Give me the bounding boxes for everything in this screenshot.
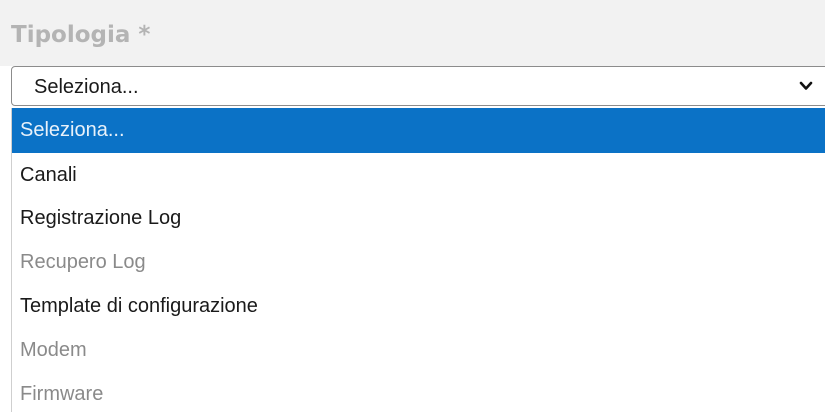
option-recupero-log: Recupero Log bbox=[20, 251, 146, 273]
tipologia-dropdown-list: Seleziona... Canali Registrazione Log Re… bbox=[11, 108, 825, 412]
option-modem: Modem bbox=[20, 339, 87, 361]
option-template-di-configurazione[interactable]: Template di configurazione bbox=[12, 284, 825, 329]
option-registrazione-log[interactable]: Registrazione Log bbox=[12, 196, 825, 241]
select-current-value: Seleziona... bbox=[34, 76, 139, 98]
tipologia-form-group: Tipologia * Seleziona... Seleziona... Ca… bbox=[0, 0, 825, 412]
option-canali[interactable]: Canali bbox=[12, 153, 825, 198]
tipologia-label: Tipologia * bbox=[11, 22, 151, 48]
tipologia-select[interactable]: Seleziona... bbox=[11, 66, 825, 106]
field-label-bar: Tipologia * bbox=[0, 0, 825, 66]
option-seleziona[interactable]: Seleziona... bbox=[12, 108, 825, 153]
option-firmware: Firmware bbox=[20, 383, 104, 405]
chevron-down-icon[interactable] bbox=[799, 79, 813, 93]
